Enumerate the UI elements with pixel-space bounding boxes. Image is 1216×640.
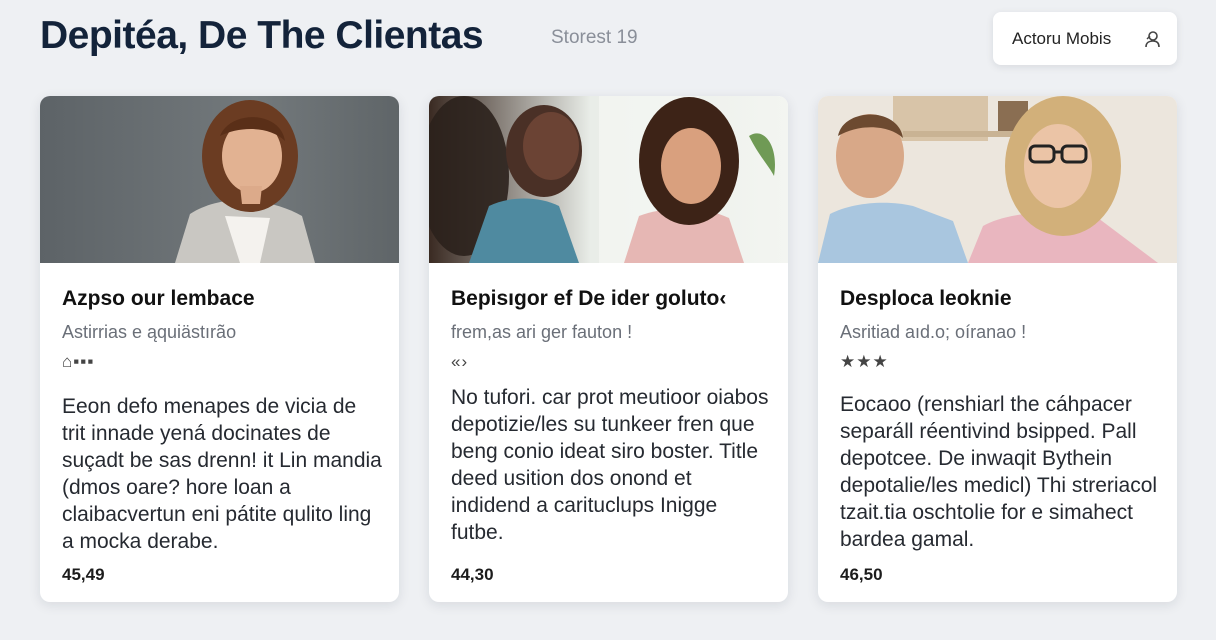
group-photo	[429, 96, 788, 263]
card-description: No tufori. car prot meutioor oiabos depo…	[451, 386, 769, 544]
portrait-photo	[40, 96, 399, 263]
page-title: Depitéa, De The Clientas	[40, 14, 484, 57]
action-button[interactable]: Actoru Mobis	[993, 12, 1177, 65]
card-price: 44,30	[451, 565, 494, 584]
user-icon	[1143, 30, 1161, 48]
client-card[interactable]: Bepisıgor ef De ider goluto‹ frem,as ari…	[429, 96, 788, 602]
card-subtitle: frem,as ari ger fauton !	[451, 322, 633, 342]
rating-icon: «›	[451, 352, 469, 371]
card-price: 45,49	[62, 565, 105, 584]
card-description: Eeon defo menapes de vicia de trit innad…	[62, 395, 382, 553]
page-subtitle: Storest 19	[551, 27, 638, 48]
action-button-label: Actoru Mobis	[1012, 28, 1112, 48]
card-title: Azpso our lembace	[62, 287, 255, 310]
page-header: Depitéa, De The Clientas Storest 19 Acto…	[0, 0, 1216, 80]
client-card[interactable]: Desploca leoknie Asritiad aıd.o; oíranao…	[818, 96, 1177, 602]
card-description: Eocaoo (renshiarl the cáhpacer separáll …	[840, 393, 1158, 551]
couple-photo	[818, 96, 1177, 263]
rating-icon: ⌂▪▪▪	[62, 352, 95, 371]
card-title: Bepisıgor ef De ider goluto‹	[451, 287, 727, 310]
card-subtitle: Astirrias e ąquiästırão	[62, 322, 237, 342]
card-title: Desploca leoknie	[840, 287, 1012, 310]
rating-icon: ★★★	[840, 352, 889, 371]
client-card[interactable]: Azpso our lembace Astirrias e ąquiästırã…	[40, 96, 399, 602]
card-price: 46,50	[840, 565, 883, 584]
card-subtitle: Asritiad aıd.o; oíranao !	[840, 322, 1027, 342]
